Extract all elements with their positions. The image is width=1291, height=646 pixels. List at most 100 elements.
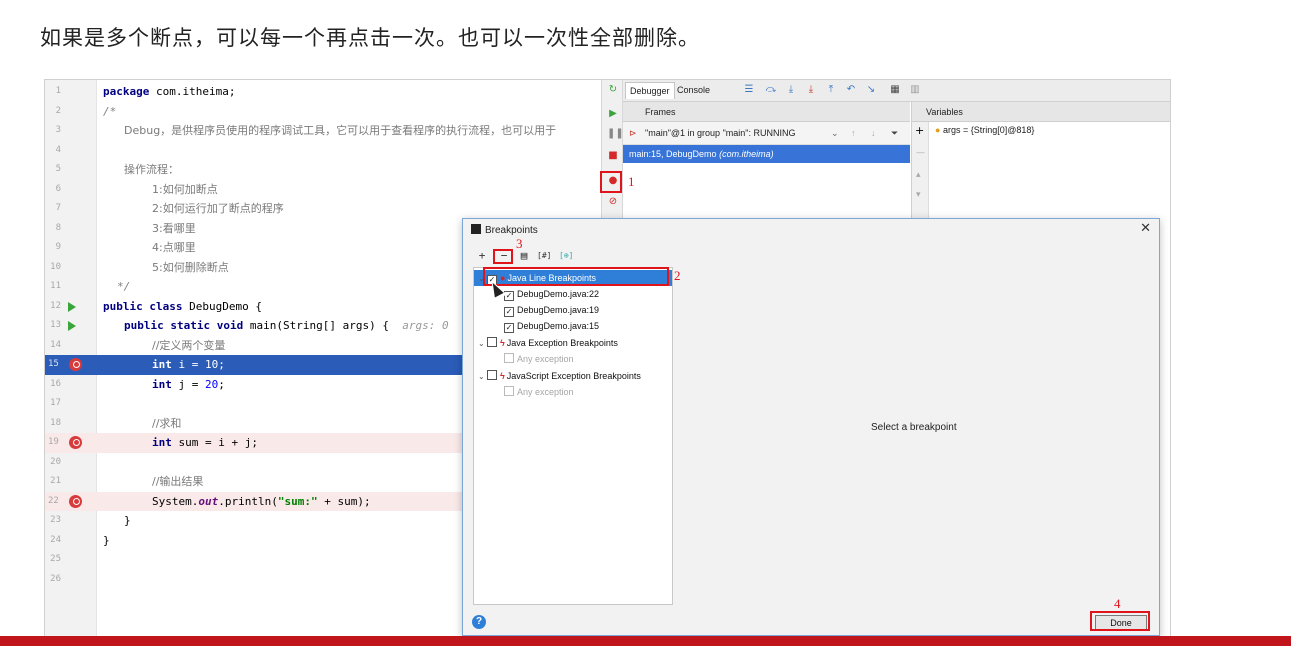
code-line[interactable]: 2:如何运行加了断点的程序 <box>97 199 601 219</box>
line-number: 17 <box>50 398 61 408</box>
tab-console[interactable]: Console <box>673 82 714 99</box>
close-icon[interactable]: ✕ <box>1140 221 1151 236</box>
up-arrow-icon[interactable]: ↑ <box>851 122 856 145</box>
breakpoint-icon[interactable] <box>69 436 82 449</box>
force-step-into-icon[interactable]: ⤓ <box>805 84 817 96</box>
move-up-icon[interactable]: ▴ <box>916 170 921 180</box>
step-over-icon[interactable]: ⤼ <box>765 84 777 96</box>
stop-icon[interactable]: ■ <box>607 150 619 162</box>
line-number: 4 <box>55 144 61 155</box>
dialog-title: Breakpoints <box>471 224 538 236</box>
annotation-4: 4 <box>1114 596 1121 611</box>
chevron-down-icon[interactable]: ⌄ <box>478 369 487 385</box>
code-text: 4:点哪里 <box>152 241 196 254</box>
tab-debugger[interactable]: Debugger <box>625 82 675 99</box>
line-number: 7 <box>55 203 61 213</box>
add-watch-icon[interactable]: + <box>915 124 924 137</box>
java-exception-checkbox[interactable] <box>487 337 497 347</box>
method-declaration: main(String[] args) { <box>243 319 389 332</box>
semicolon: ; <box>218 377 225 391</box>
help-icon[interactable]: ? <box>472 615 486 629</box>
add-breakpoint-icon[interactable]: + <box>475 249 489 263</box>
highlight-remove-button <box>493 249 513 264</box>
run-icon[interactable] <box>68 321 76 331</box>
step-into-icon[interactable]: ⤓ <box>785 84 797 96</box>
variable: i = <box>171 358 205 371</box>
move-down-icon[interactable]: ▾ <box>916 190 921 200</box>
line-number: 14 <box>50 339 61 350</box>
highlight-java-line-group <box>483 267 669 286</box>
line-number: 3 <box>55 125 61 135</box>
string-literal: "sum:" <box>277 494 318 508</box>
keyword: public <box>124 319 164 332</box>
tree-item-line-22[interactable]: ✓ DebugDemo.java:22 <box>504 286 599 302</box>
line-number: 16 <box>50 378 61 389</box>
thread-selector[interactable]: ⊳ "main"@1 in group "main": RUNNING ⌄ ↑ … <box>623 122 910 145</box>
code-text: 5:如何删除断点 <box>152 260 229 274</box>
show-execution-point-icon[interactable]: ☰ <box>743 84 755 96</box>
annotation-2: 2 <box>674 268 681 283</box>
variable-args[interactable]: ● args = {String[0]@818} <box>935 125 1034 135</box>
code: + sum); <box>317 494 371 508</box>
down-arrow-icon[interactable]: ↓ <box>871 122 876 145</box>
annotation-3: 3 <box>516 236 523 251</box>
line-number: 18 <box>50 417 61 428</box>
line-number: 9 <box>55 242 61 252</box>
keyword: int <box>152 377 172 391</box>
line-number: 26 <box>50 573 61 584</box>
run-icon[interactable] <box>68 301 76 312</box>
group-by-class-icon[interactable]: [#] <box>537 249 551 263</box>
code-text: //求和 <box>152 416 182 430</box>
frame-entry[interactable]: main:15, DebugDemo (com.itheima) <box>623 145 910 163</box>
code-line[interactable]: Debug，是供程序员使用的程序调试工具，它可以用于查看程序的执行流程，也可以用… <box>97 121 601 141</box>
param-icon: ● <box>935 125 941 135</box>
filter-icon[interactable]: ⏷ <box>891 122 898 145</box>
any-exception-checkbox[interactable] <box>504 353 514 363</box>
line-number: 23 <box>50 515 61 525</box>
tree-java-exception-breakpoints[interactable]: ⌄ ϟ Java Exception Breakpoints <box>478 335 618 351</box>
chevron-down-icon[interactable]: ⌄ <box>478 336 487 352</box>
breakpoint-icon[interactable] <box>69 494 82 508</box>
code-text: */ <box>117 280 131 293</box>
code-line[interactable]: 操作流程： <box>97 160 601 180</box>
evaluate-icon[interactable]: ▦ <box>889 84 901 96</box>
mute-breakpoints-icon[interactable]: ⊘ <box>607 196 619 208</box>
line-number: 20 <box>50 456 61 467</box>
remove-watch-icon[interactable]: — <box>916 148 925 158</box>
keyword: public <box>103 299 143 313</box>
frames-header: Frames <box>623 102 910 122</box>
code-text: } <box>103 533 110 547</box>
tree-any-exception-js[interactable]: Any exception <box>504 384 574 400</box>
tree-js-exception-breakpoints[interactable]: ⌄ ϟ JavaScript Exception Breakpoints <box>478 368 641 384</box>
code-line[interactable]: /* <box>97 102 601 122</box>
checkbox-line-19[interactable]: ✓ <box>504 307 514 317</box>
breakpoint-icon[interactable] <box>69 358 82 371</box>
code-line[interactable]: 1:如何加断点 <box>97 180 601 200</box>
any-exception-js-checkbox[interactable] <box>504 386 514 396</box>
keyword: class <box>149 299 183 313</box>
step-out-icon[interactable]: ⤒ <box>825 84 837 96</box>
layout-icon[interactable]: ▥ <box>909 84 921 96</box>
run-to-cursor-icon[interactable]: ↘ <box>865 84 877 96</box>
tree-any-exception[interactable]: Any exception <box>504 351 574 367</box>
line-number: 2 <box>55 105 61 116</box>
code-line[interactable]: package com.itheima; <box>97 82 601 102</box>
tree-item-line-15[interactable]: ✓ DebugDemo.java:15 <box>504 318 599 334</box>
variable: j = <box>171 377 205 391</box>
drop-frame-icon[interactable]: ↶ <box>845 84 857 96</box>
number-literal: 20 <box>205 377 219 391</box>
rerun-icon[interactable]: ↻ <box>607 84 619 96</box>
inline-hint: args: 0 <box>402 319 449 332</box>
resume-icon[interactable]: ▶ <box>607 108 619 120</box>
group-by-package-icon[interactable]: [⊕] <box>559 249 573 263</box>
tree-item-line-19[interactable]: ✓ DebugDemo.java:19 <box>504 302 599 318</box>
code-line[interactable] <box>97 141 601 161</box>
chevron-down-icon[interactable]: ⌄ <box>831 122 839 145</box>
pause-icon[interactable]: ❚❚ <box>607 128 624 140</box>
line-number: 10 <box>50 261 61 272</box>
line-number: 12 <box>50 300 61 311</box>
debug-toolbar: Debugger Console ☰ ⤼ ⤓ ⤓ ⤒ ↶ ↘ ▦ ▥ <box>623 80 1170 102</box>
checkbox-line-15[interactable]: ✓ <box>504 323 514 333</box>
code: System. <box>152 494 199 508</box>
js-exception-checkbox[interactable] <box>487 370 497 380</box>
